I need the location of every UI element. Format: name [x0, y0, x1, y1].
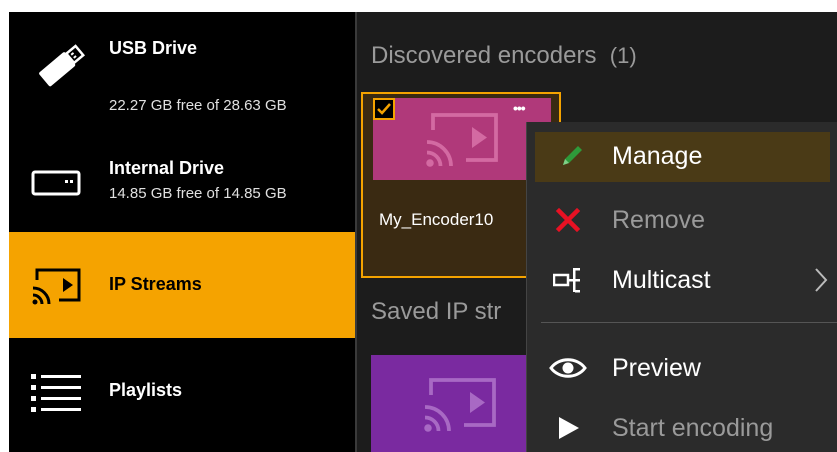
- sidebar-item-label: IP Streams: [109, 274, 202, 294]
- select-checkbox[interactable]: [373, 98, 395, 120]
- menu-item-label: Manage: [612, 142, 703, 170]
- menu-item-label: Remove: [612, 206, 706, 234]
- sidebar-item-label: USB Drive: [109, 38, 198, 58]
- pencil-icon: [557, 141, 587, 171]
- hard-drive-icon: [31, 170, 81, 201]
- cast-screen-icon: [29, 266, 85, 311]
- close-icon: [553, 205, 583, 235]
- sidebar-item-storage: 14.85 GB free of 14.85 GB: [109, 185, 287, 202]
- menu-item-label: Multicast: [612, 266, 711, 294]
- more-options-button[interactable]: •••: [513, 100, 526, 116]
- sidebar: USB Drive 22.27 GB free of 28.63 GB Inte…: [9, 12, 355, 452]
- cast-screen-icon: [419, 373, 503, 440]
- app-window: USB Drive 22.27 GB free of 28.63 GB Inte…: [9, 12, 837, 452]
- play-icon: [553, 413, 583, 443]
- saved-stream-tile[interactable]: [371, 355, 551, 452]
- context-menu: Manage Remove Multicast Preview Start en…: [526, 122, 837, 452]
- sidebar-item-playlists[interactable]: Playlists: [9, 338, 355, 452]
- sidebar-item-internal-drive[interactable]: Internal Drive 14.85 GB free of 14.85 GB: [9, 120, 355, 232]
- sidebar-item-label: Playlists: [109, 380, 183, 400]
- section-title-text: Discovered encoders: [371, 42, 597, 69]
- cast-screen-icon: [421, 108, 505, 175]
- encoder-name: My_Encoder10: [379, 210, 494, 229]
- menu-item-multicast[interactable]: Multicast: [527, 256, 837, 306]
- chevron-right-icon: [814, 267, 828, 300]
- checkmark-icon: [377, 103, 391, 115]
- multicast-icon: [552, 265, 583, 295]
- menu-item-start-encoding[interactable]: Start encoding: [527, 404, 837, 452]
- sidebar-item-usb-drive[interactable]: USB Drive 22.27 GB free of 28.63 GB: [9, 12, 355, 120]
- section-count: (1): [609, 43, 637, 68]
- saved-ip-streams-heading: Saved IP str: [371, 298, 502, 325]
- eye-icon: [549, 353, 587, 383]
- menu-item-manage[interactable]: Manage: [535, 132, 830, 182]
- menu-item-label: Preview: [612, 354, 701, 382]
- menu-separator: [541, 322, 837, 323]
- menu-item-label: Start encoding: [612, 414, 774, 442]
- sidebar-item-storage: 22.27 GB free of 28.63 GB: [109, 97, 287, 114]
- usb-drive-icon: [31, 40, 91, 97]
- discovered-encoders-heading: Discovered encoders (1): [371, 42, 637, 70]
- sidebar-item-label: Internal Drive: [109, 158, 225, 178]
- menu-item-preview[interactable]: Preview: [527, 344, 837, 394]
- list-icon: [31, 372, 83, 417]
- menu-item-remove[interactable]: Remove: [527, 196, 837, 246]
- sidebar-item-ip-streams[interactable]: IP Streams: [9, 232, 355, 338]
